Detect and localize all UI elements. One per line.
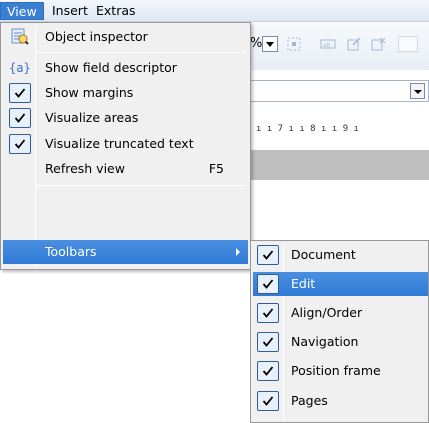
menu-item-visualize-areas[interactable]: Visualize areas	[3, 106, 248, 130]
background-combobox[interactable]	[250, 80, 429, 102]
submenu-item-position-frame[interactable]: Position frame	[253, 359, 428, 383]
submenu-item-label: Document	[291, 247, 356, 262]
checkmark-icon	[257, 303, 279, 323]
background-toolbar: % ab	[250, 22, 429, 70]
checkmark-icon	[257, 361, 279, 381]
menu-item-toolbars[interactable]: Toolbars	[3, 240, 248, 264]
menu-bar: View Insert Extras	[0, 0, 429, 22]
checkmark-icon	[257, 274, 279, 294]
menu-separator	[35, 52, 246, 53]
toolbars-submenu: Document Edit Align/Order Navigation Pos…	[250, 240, 429, 423]
menu-item-shortcut: F5	[208, 161, 224, 176]
menu-item-show-margins[interactable]: Show margins	[3, 81, 248, 105]
menu-item-label: Visualize areas	[45, 110, 139, 125]
submenu-item-label: Position frame	[291, 363, 381, 378]
ruler: ı ı 7 ı ı 8 ı ı 9 ı	[250, 118, 429, 140]
menu-item-label: Show field descriptor	[45, 60, 177, 75]
view-menu-dropdown: Object inspector {a} Show field descript…	[0, 22, 251, 270]
chevron-down-icon[interactable]	[410, 83, 425, 99]
menu-item-refresh-view[interactable]: Refresh view F5	[3, 157, 248, 181]
object-inspector-icon	[11, 28, 29, 45]
checkmark-icon	[257, 245, 279, 265]
menu-item-visualize-truncated-text[interactable]: Visualize truncated text	[3, 132, 248, 156]
submenu-item-label: Edit	[291, 276, 316, 291]
edit-icon[interactable]	[346, 36, 362, 52]
menu-item-label: Visualize truncated text	[45, 136, 194, 151]
submenu-item-document[interactable]: Document	[253, 243, 428, 267]
chevron-right-icon	[236, 248, 240, 256]
insert-field-icon[interactable]: ab	[320, 36, 336, 52]
submenu-item-navigation[interactable]: Navigation	[253, 330, 428, 354]
submenu-item-pages[interactable]: Pages	[253, 389, 428, 413]
menu-insert[interactable]: Insert	[46, 2, 94, 20]
checkmark-icon	[9, 108, 31, 128]
zoom-dropdown-button[interactable]	[262, 36, 278, 52]
fit-page-icon[interactable]	[286, 36, 302, 52]
menu-item-label: Show margins	[45, 85, 134, 100]
menu-view[interactable]: View	[0, 2, 44, 20]
delete-icon[interactable]	[370, 36, 386, 52]
menu-item-object-inspector[interactable]: Object inspector	[3, 25, 248, 49]
menu-item-label: Object inspector	[45, 29, 148, 44]
checkmark-icon	[257, 332, 279, 352]
menu-extras[interactable]: Extras	[90, 2, 142, 20]
menu-separator	[35, 185, 246, 186]
svg-text:ab: ab	[323, 42, 331, 49]
submenu-item-edit[interactable]: Edit	[253, 272, 428, 296]
field-descriptor-icon: {a}	[9, 61, 31, 75]
menu-item-show-field-descriptor[interactable]: {a} Show field descriptor	[3, 56, 248, 80]
zoom-partial-text: %	[250, 36, 263, 51]
checkmark-icon	[9, 134, 31, 154]
menu-item-label: Toolbars	[45, 244, 97, 259]
submenu-item-label: Navigation	[291, 334, 359, 349]
checkmark-icon	[9, 83, 31, 103]
checkmark-icon	[257, 391, 279, 411]
submenu-item-label: Align/Order	[291, 305, 363, 320]
menu-item-label: Refresh view	[45, 161, 125, 176]
submenu-item-align-order[interactable]: Align/Order	[253, 301, 428, 325]
toolbar-button-partial[interactable]	[398, 36, 418, 52]
background-canvas-area	[250, 150, 429, 180]
submenu-item-label: Pages	[291, 393, 328, 408]
